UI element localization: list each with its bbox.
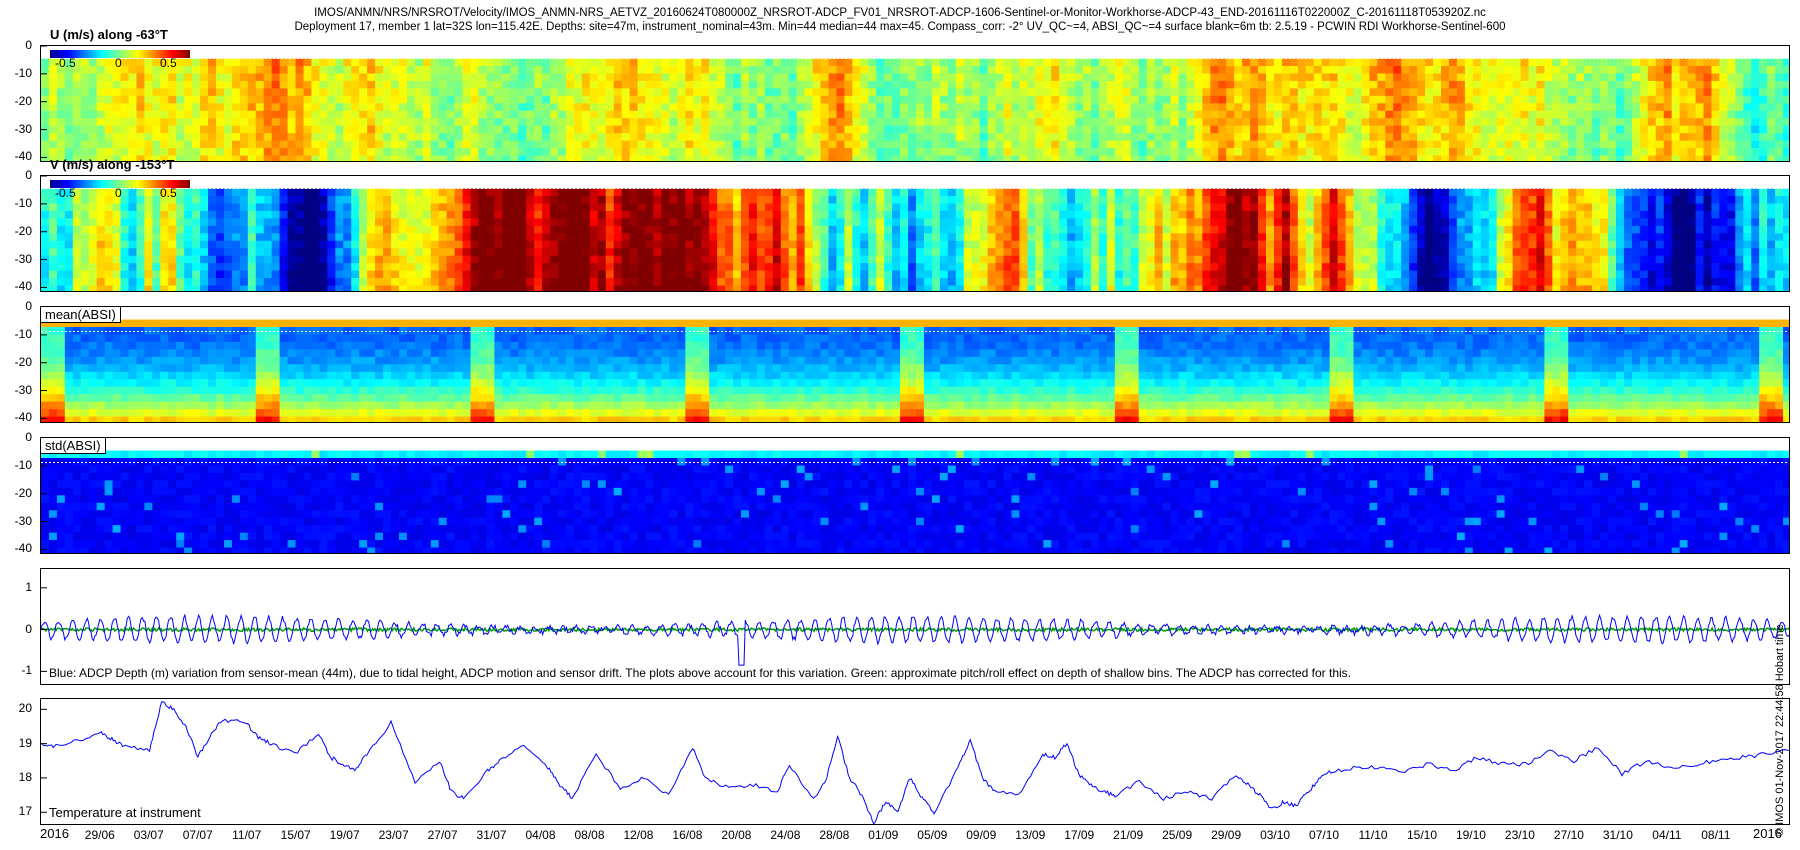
- std-absi-heatmap: std(ABSI): [40, 437, 1790, 554]
- v-colorbar: [50, 175, 190, 188]
- temperature-caption: Temperature at instrument: [49, 805, 201, 820]
- x-tick-label: 31/07: [476, 828, 507, 842]
- y-tick-label: -20: [14, 354, 32, 369]
- deployment-subtitle: Deployment 17, member 1 lat=32S lon=115.…: [294, 21, 1506, 33]
- x-tick-label: 16/08: [672, 828, 703, 842]
- file-path-title: IMOS/ANMN/NRS/NRSROT/Velocity/IMOS_ANMN-…: [314, 7, 1486, 19]
- y-tick-label: 0: [25, 621, 32, 636]
- y-tick-label: 0: [25, 430, 32, 444]
- x-tick-label: 11/07: [232, 828, 262, 842]
- u-colorbar-tick: 0.5: [160, 56, 177, 70]
- x-year-start: 2016: [40, 826, 69, 841]
- y-tick-label: 20: [18, 701, 32, 716]
- y-tick-label: -30: [14, 251, 32, 266]
- std-absi-label: std(ABSI): [41, 438, 106, 454]
- x-tick-label: 09/09: [966, 828, 997, 842]
- pitch-roll-series: [41, 625, 1789, 634]
- y-tick-label: -1: [21, 663, 32, 678]
- x-tick-label: 17/09: [1064, 828, 1095, 842]
- heatmap-cells: [41, 58, 1789, 161]
- x-tick-label: 11/10: [1358, 828, 1388, 842]
- y-tick-label: -10: [14, 326, 32, 341]
- y-tick-label: -20: [14, 223, 32, 238]
- heatmap-cells: [41, 450, 1789, 553]
- x-tick-label: 28/08: [819, 828, 850, 842]
- u-velocity-heatmap: [40, 45, 1790, 162]
- x-tick-label: 07/10: [1309, 828, 1340, 842]
- v-colorbar-tick: -0.5: [55, 186, 76, 200]
- mean-absi-label: mean(ABSI): [41, 307, 121, 323]
- heatmap-cells: [41, 188, 1789, 291]
- u-colorbar-tick: 0: [115, 56, 122, 70]
- y-tick-label: 0: [25, 168, 32, 182]
- x-tick-label: 03/07: [133, 828, 164, 842]
- x-tick-label: 04/08: [525, 828, 556, 842]
- u-colorbar-tick: -0.5: [55, 56, 76, 70]
- temperature-plot: Temperature at instrument: [40, 698, 1790, 825]
- x-tick-label: 05/09: [917, 828, 948, 842]
- y-tick-label: -10: [14, 195, 32, 210]
- y-tick-label: 19: [18, 735, 32, 750]
- x-tick-label: 19/07: [329, 828, 360, 842]
- x-tick-label: 13/09: [1015, 828, 1046, 842]
- x-tick-label: 19/10: [1455, 828, 1486, 842]
- v-colorbar-tick: 0.5: [160, 186, 177, 200]
- temperature-series: [41, 701, 1789, 824]
- x-tick-label: 25/09: [1162, 828, 1193, 842]
- x-tick-label: 08/11: [1701, 828, 1731, 842]
- u-panel-title: U (m/s) along -63°T: [50, 27, 168, 42]
- x-tick-label: 23/07: [378, 828, 409, 842]
- v-colorbar-tick: 0: [115, 186, 122, 200]
- y-tick-label: -40: [14, 410, 32, 425]
- y-tick-label: -20: [14, 485, 32, 500]
- x-tick-label: 15/10: [1406, 828, 1438, 842]
- heatmap-cells: [41, 319, 1789, 422]
- x-tick-label: 29/06: [84, 828, 115, 842]
- y-tick-label: 0: [25, 299, 32, 313]
- y-tick-label: 18: [18, 769, 32, 784]
- y-tick-label: -40: [14, 279, 32, 294]
- y-tick-label: -40: [14, 541, 32, 556]
- y-tick-label: -40: [14, 149, 32, 164]
- x-tick-label: 12/08: [623, 828, 654, 842]
- y-tick-label: -10: [14, 457, 32, 472]
- x-tick-label: 31/10: [1602, 828, 1633, 842]
- y-tick-label: -20: [14, 93, 32, 108]
- y-tick-label: 1: [25, 579, 32, 594]
- y-tick-label: 0: [25, 38, 32, 52]
- y-tick-label: -10: [14, 65, 32, 80]
- v-panel-title: V (m/s) along -153°T: [50, 157, 175, 172]
- x-tick-label: 29/09: [1211, 828, 1242, 842]
- x-tick-label: 15/07: [280, 828, 311, 842]
- x-tick-label: 23/10: [1504, 828, 1535, 842]
- x-tick-label: 01/09: [868, 828, 899, 842]
- y-tick-label: -30: [14, 513, 32, 528]
- depth-variation-plot: Blue: ADCP Depth (m) variation from sens…: [40, 568, 1790, 685]
- x-tick-label: 03/10: [1260, 828, 1291, 842]
- y-tick-label: -30: [14, 382, 32, 397]
- copyright-timestamp: © IMOS 01-Nov-2017 22:44:58 Hobart time: [1774, 624, 1786, 836]
- x-tick-label: 08/08: [574, 828, 605, 842]
- mean-absi-heatmap: mean(ABSI): [40, 306, 1790, 423]
- x-tick-label: 24/08: [770, 828, 801, 842]
- v-velocity-heatmap: [40, 175, 1790, 292]
- x-tick-label: 20/08: [721, 828, 752, 842]
- x-tick-label: 21/09: [1113, 828, 1144, 842]
- x-tick-label: 27/10: [1553, 828, 1584, 842]
- depth-caption: Blue: ADCP Depth (m) variation from sens…: [49, 666, 1351, 680]
- y-tick-label: -30: [14, 121, 32, 136]
- x-tick-label: 07/07: [182, 828, 213, 842]
- y-tick-label: 17: [18, 804, 32, 819]
- x-tick-label: 04/11: [1652, 828, 1682, 842]
- u-colorbar: [50, 45, 190, 58]
- depth-variation-series: [41, 613, 1789, 666]
- x-tick-label: 27/07: [427, 828, 458, 842]
